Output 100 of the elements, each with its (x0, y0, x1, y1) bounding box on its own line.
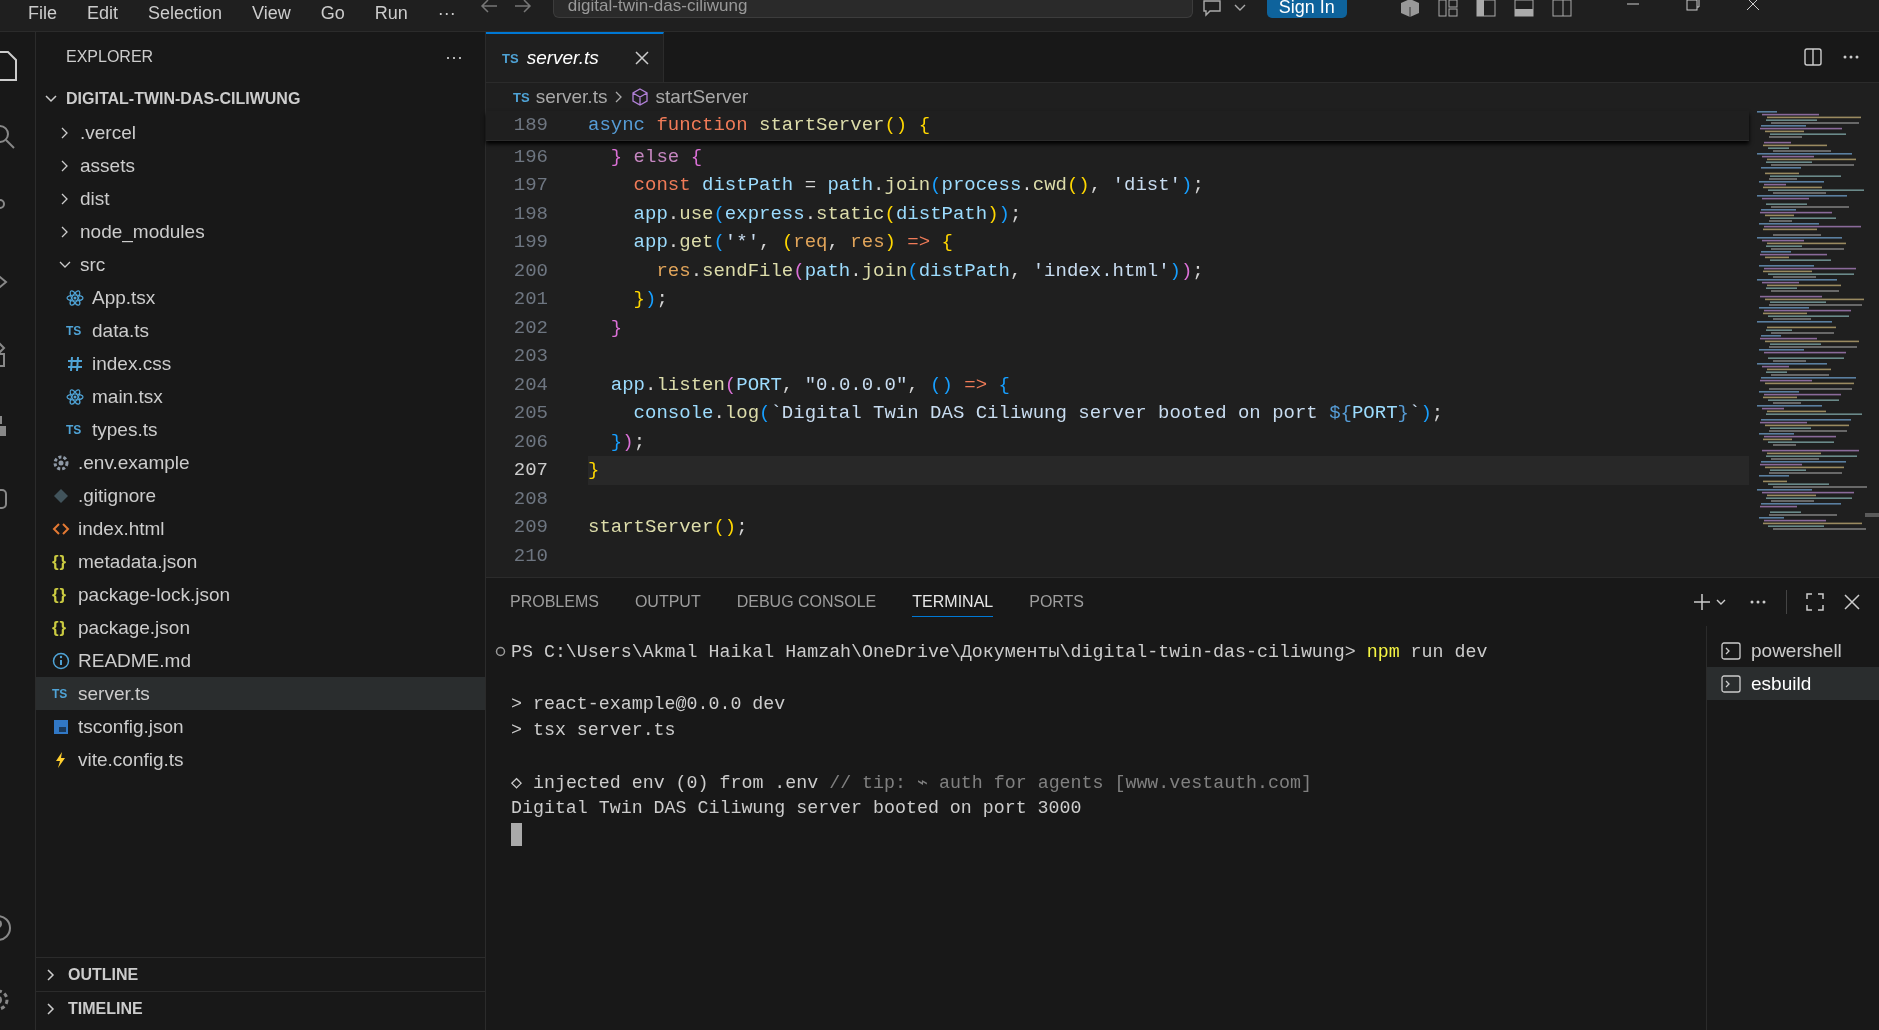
braces-icon: {} (52, 617, 70, 638)
diamond-icon (52, 486, 70, 505)
file-tree-item[interactable]: .gitignore (36, 479, 485, 512)
file-tree-item[interactable]: vite.config.ts (36, 743, 485, 776)
code-line: app.get('*', (req, res) => { (632, 230, 953, 256)
line-number: 197 (512, 174, 549, 197)
line-number: 198 (512, 202, 549, 225)
menu-item[interactable]: Run (359, 3, 423, 23)
panel-tab[interactable]: PORTS (1029, 587, 1085, 617)
forward-icon[interactable] (512, 0, 533, 14)
code-line: app.listen(PORT, "0.0.0.0", () => { (609, 372, 1010, 398)
restore-icon[interactable] (1684, 0, 1701, 12)
code-line: } else { (609, 144, 703, 170)
terminal-line: > react-example@0.0.0 dev (511, 694, 786, 714)
folder-header[interactable]: DIGITAL-TWIN-DAS-CILIWUNG (36, 82, 485, 116)
section-header[interactable]: TIMELINE (36, 991, 485, 1025)
breadcrumb-item[interactable]: startServer (655, 86, 749, 108)
command-marker-icon[interactable] (495, 646, 506, 657)
file-tree-item[interactable]: .vercel (36, 116, 485, 149)
chat-icon[interactable] (1200, 0, 1247, 18)
panel-tab[interactable]: TERMINAL (912, 587, 994, 617)
panel-tab[interactable]: PROBLEMS (510, 587, 599, 617)
file-tree-item[interactable]: App.tsx (36, 281, 485, 314)
menu-item[interactable]: Go (305, 3, 360, 23)
menu-item[interactable]: File (0, 3, 72, 23)
file-tree-item[interactable]: node_modules (36, 215, 485, 248)
close-icon[interactable] (1744, 0, 1761, 12)
back-icon[interactable] (478, 0, 499, 14)
atom-icon (66, 288, 84, 307)
more-actions-button[interactable]: ··· (445, 46, 463, 68)
typescript-file-icon: TS (66, 323, 84, 338)
file-tree-item[interactable]: index.css (36, 347, 485, 380)
line-number: 201 (512, 288, 549, 311)
line-number: 199 (512, 231, 549, 254)
code-line: res.sendFile(path.join(distPath, 'index.html')); (655, 258, 1204, 284)
terminal-instance[interactable]: powershell (1707, 634, 1879, 667)
file-tree-item[interactable]: {} metadata.json (36, 545, 485, 578)
line-number: 202 (512, 316, 549, 339)
line-number: 189 (512, 114, 549, 137)
scrollbar-thumb[interactable] (1865, 513, 1879, 517)
line-number: 210 (512, 544, 549, 567)
terminal-line: > tsx server.ts (511, 720, 676, 740)
file-tree-item[interactable]: index.html (36, 512, 485, 545)
panel-tab[interactable]: DEBUG CONSOLE (736, 587, 877, 617)
close-icon[interactable] (1843, 593, 1861, 611)
panel-tab[interactable]: OUTPUT (634, 587, 701, 617)
braces-icon: {} (52, 551, 70, 572)
code-line: app.use(express.static(distPath)); (632, 201, 1022, 227)
file-tree-item[interactable]: dist (36, 182, 485, 215)
file-tree-item[interactable]: TS server.ts (36, 677, 485, 710)
line-number: 209 (512, 516, 549, 539)
explorer-title: EXPLORER (66, 48, 154, 66)
file-tree-item[interactable]: main.tsx (36, 380, 485, 413)
file-tree-item[interactable]: src (36, 248, 485, 281)
line-number: 208 (512, 487, 549, 510)
cube-icon[interactable] (1398, 0, 1421, 18)
menu-item[interactable]: View (237, 3, 306, 23)
line-number: 205 (512, 402, 549, 425)
menu-item[interactable]: ··· (422, 3, 471, 23)
code-line: const distPath = path.join(process.cwd(), 'dist'); (632, 173, 1204, 199)
menu-item[interactable]: Selection (133, 3, 238, 23)
typescript-file-icon: TS (513, 89, 530, 105)
file-tree-item[interactable]: .env.example (36, 446, 485, 479)
terminal-icon (1721, 641, 1741, 660)
terminal-line: PS C:\Users\Akmal Haikal Hamzah\OneDrive\Документы\digital-twin-das-ciliwung> npm run dev (511, 642, 1488, 662)
typescript-file-icon: TS (66, 422, 84, 437)
split-editor-icon[interactable] (1803, 47, 1823, 67)
line-number: 203 (512, 345, 549, 368)
terminal-instance[interactable]: esbuild (1707, 667, 1879, 700)
file-tree-item[interactable]: assets (36, 149, 485, 182)
layout-icon[interactable] (1436, 0, 1459, 18)
file-tree-item[interactable]: tsconfig.json (36, 710, 485, 743)
sidebar-toggle-icon[interactable] (1474, 0, 1497, 18)
file-tree-item[interactable]: README.md (36, 644, 485, 677)
code-line: }); (632, 287, 668, 313)
code-line: async function startServer() { (588, 113, 931, 139)
file-tree-item[interactable]: {} package-lock.json (36, 578, 485, 611)
file-tree-item[interactable]: TS types.ts (36, 413, 485, 446)
line-number: 204 (512, 373, 549, 396)
line-number: 196 (512, 145, 549, 168)
typescript-file-icon: TS (52, 686, 70, 701)
code-line: startServer(); (588, 515, 748, 541)
config-file-icon (52, 717, 70, 736)
close-icon[interactable] (635, 51, 649, 65)
secondary-sidebar-icon[interactable] (1550, 0, 1573, 18)
code-line: }); (609, 429, 646, 455)
breadcrumb-item[interactable]: server.ts (535, 86, 608, 108)
file-tree-item[interactable]: {} package.json (36, 611, 485, 644)
menu-item[interactable]: Edit (72, 3, 134, 23)
sign-in-button[interactable]: Sign In (1266, 0, 1347, 18)
code-line: } (588, 458, 600, 484)
editor-tab[interactable]: TS server.ts (486, 32, 664, 82)
maximize-icon[interactable] (1805, 592, 1825, 612)
file-tree-item[interactable]: TS data.ts (36, 314, 485, 347)
braces-icon: {} (52, 584, 70, 605)
section-header[interactable]: OUTLINE (36, 957, 485, 991)
hash-icon (66, 354, 84, 373)
line-number: 207 (512, 459, 549, 482)
panel-toggle-icon[interactable] (1512, 0, 1535, 18)
code-line: console.log(`Digital Twin DAS Ciliwung server booted on port ${PORT}`); (632, 401, 1444, 427)
